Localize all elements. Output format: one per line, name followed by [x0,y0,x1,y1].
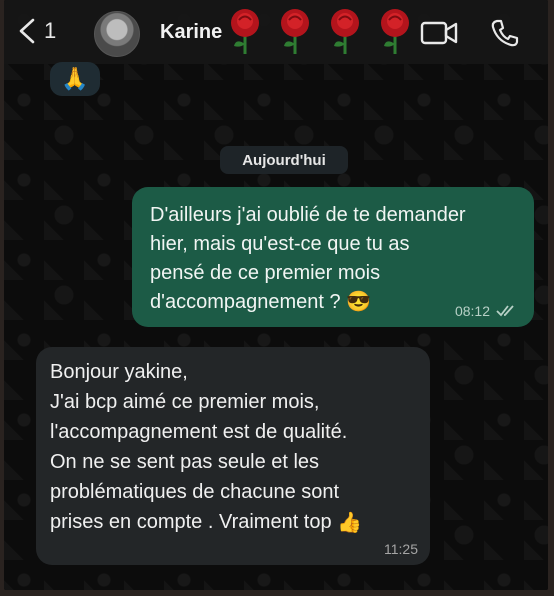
outgoing-message[interactable]: D'ailleurs j'ai oublié de te demander hi… [132,187,534,327]
double-check-icon [496,305,514,317]
contact-avatar[interactable] [94,11,140,57]
message-meta: 08:12 [455,303,518,319]
chat-header: 1 Karine [4,0,548,64]
contact-name[interactable]: Karine [160,21,222,44]
back-button[interactable]: 1 [18,18,56,44]
rose-icon [231,9,259,54]
praying-hands-emoji: 🙏 [61,66,89,91]
message-text: D'ailleurs j'ai oublié de te demander hi… [150,201,518,317]
rose-icon [381,9,409,54]
message-time: 08:12 [454,303,490,319]
rose-emoji-row [226,8,414,54]
unread-count: 1 [44,18,57,43]
date-separator: Aujourd'hui [220,146,348,174]
message-text: Bonjour yakine, J'ai bcp aimé ce premier… [50,357,416,538]
phone-icon [491,19,519,47]
previous-message-bubble: 🙏 [50,62,100,96]
video-icon [420,21,458,45]
sunglasses-emoji: 😎 [346,291,372,314]
thumbs-up-emoji: 👍 [337,511,363,534]
rose-icon [281,9,309,54]
incoming-message[interactable]: Bonjour yakine, J'ai bcp aimé ce premier… [36,347,430,565]
chevron-left-icon [19,18,35,44]
chat-screen: 1 Karine 🙏 Aujourd'hui D'ailleurs j'ai o… [4,0,548,590]
message-time: 11:25 [384,541,418,557]
video-call-button[interactable] [420,20,458,51]
voice-call-button[interactable] [490,18,520,53]
rose-icon [331,9,359,54]
